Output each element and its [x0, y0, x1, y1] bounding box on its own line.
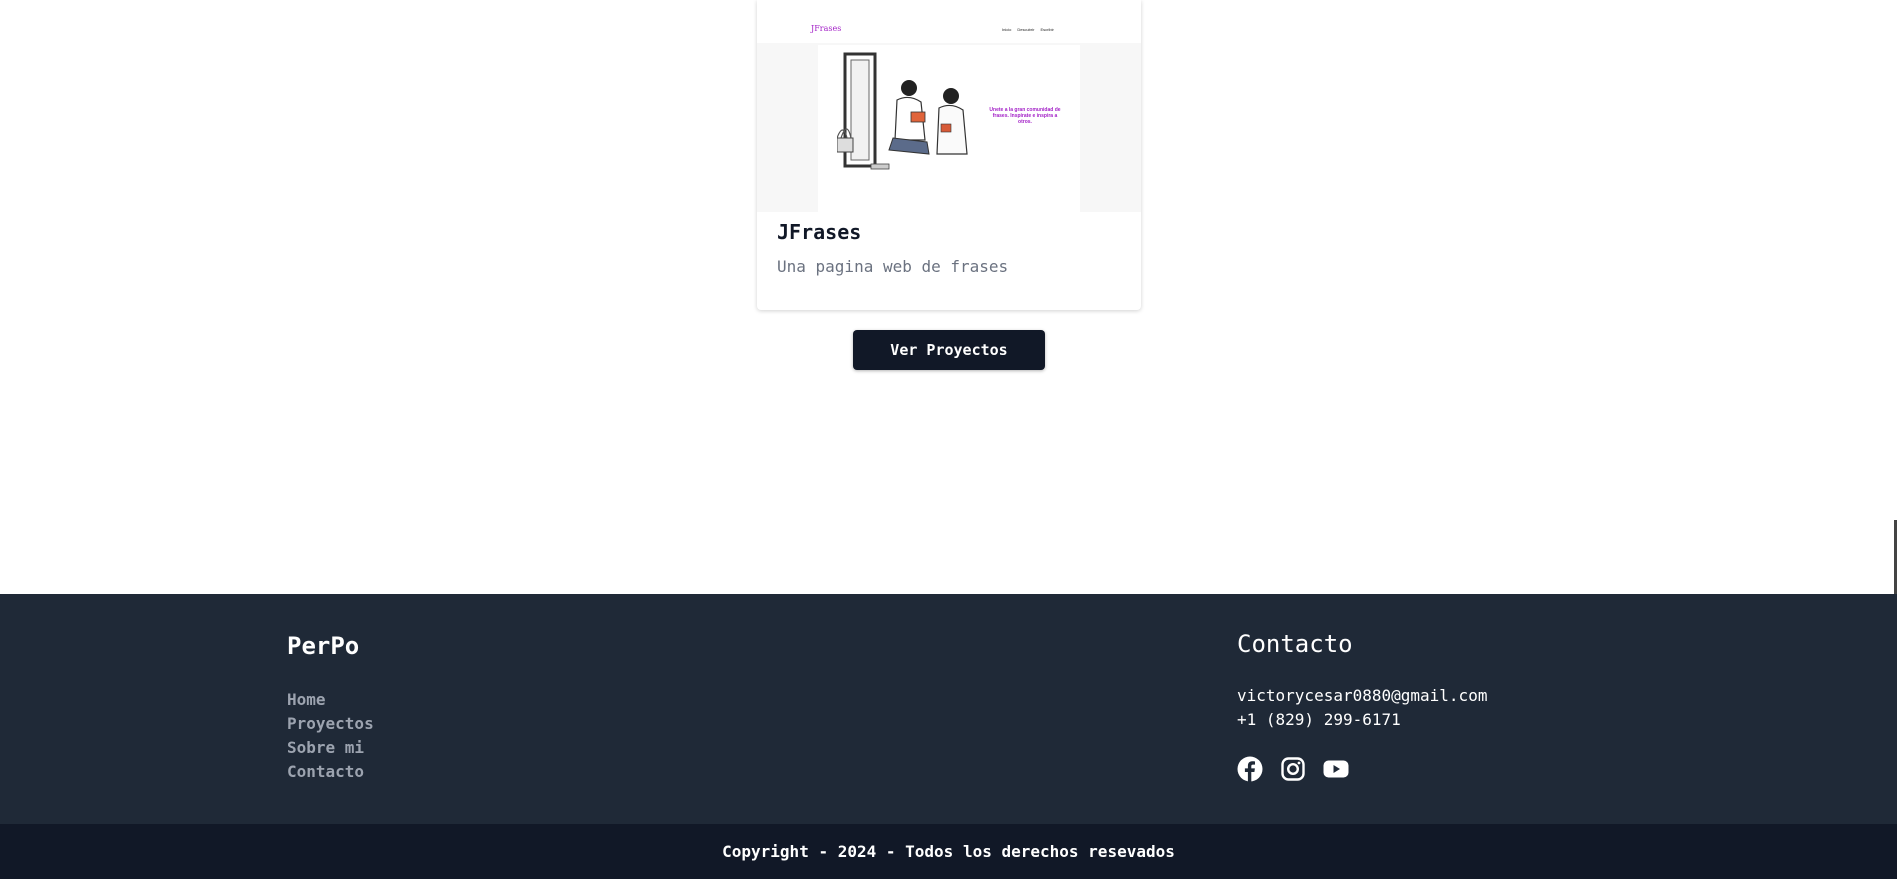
thumbnail-nav-link: Inicio [1002, 27, 1012, 32]
project-thumbnail: JFrases Inicio Descubrir Escribir Unete … [757, 0, 1141, 212]
thumbnail-navbar: JFrases Inicio Descubrir Escribir [757, 0, 1141, 43]
footer-link-sobre-mi[interactable]: Sobre mi [287, 736, 374, 760]
copyright-text: Copyright - 2024 - Todos los derechos re… [722, 842, 1175, 861]
thumbnail-logo: JFrases [811, 24, 842, 33]
footer-link-home[interactable]: Home [287, 688, 374, 712]
youtube-icon[interactable] [1323, 756, 1349, 782]
thumbnail-nav-link: Descubrir [1017, 27, 1035, 32]
footer-link-contacto[interactable]: Contacto [287, 760, 374, 784]
contact-info: victorycesar0880@gmail.com +1 (829) 299-… [1237, 684, 1487, 732]
copyright-bar: Copyright - 2024 - Todos los derechos re… [0, 824, 1897, 879]
reading-illustration [837, 52, 968, 170]
social-links [1237, 756, 1349, 782]
contact-email: victorycesar0880@gmail.com [1237, 686, 1488, 705]
project-card[interactable]: JFrases Inicio Descubrir Escribir Unete … [757, 0, 1141, 310]
instagram-icon[interactable] [1280, 756, 1306, 782]
footer-nav: Home Proyectos Sobre mi Contacto [287, 688, 374, 784]
thumbnail-tagline: Unete a la gran comunidad de frases. Ins… [989, 107, 1061, 125]
footer-brand: PerPo [287, 632, 360, 660]
facebook-icon[interactable] [1237, 756, 1263, 782]
contact-phone: +1 (829) 299-6171 [1237, 710, 1401, 729]
footer-link-proyectos[interactable]: Proyectos [287, 712, 374, 736]
site-footer: PerPo Home Proyectos Sobre mi Contacto C… [0, 594, 1897, 824]
thumbnail-nav-links: Inicio Descubrir Escribir [1002, 27, 1054, 32]
view-projects-button[interactable]: Ver Proyectos [853, 330, 1045, 370]
thumbnail-nav-link: Escribir [1040, 27, 1054, 32]
contact-heading: Contacto [1237, 630, 1353, 658]
project-description: Una pagina web de frases [777, 257, 1009, 276]
project-title: JFrases [777, 220, 862, 244]
